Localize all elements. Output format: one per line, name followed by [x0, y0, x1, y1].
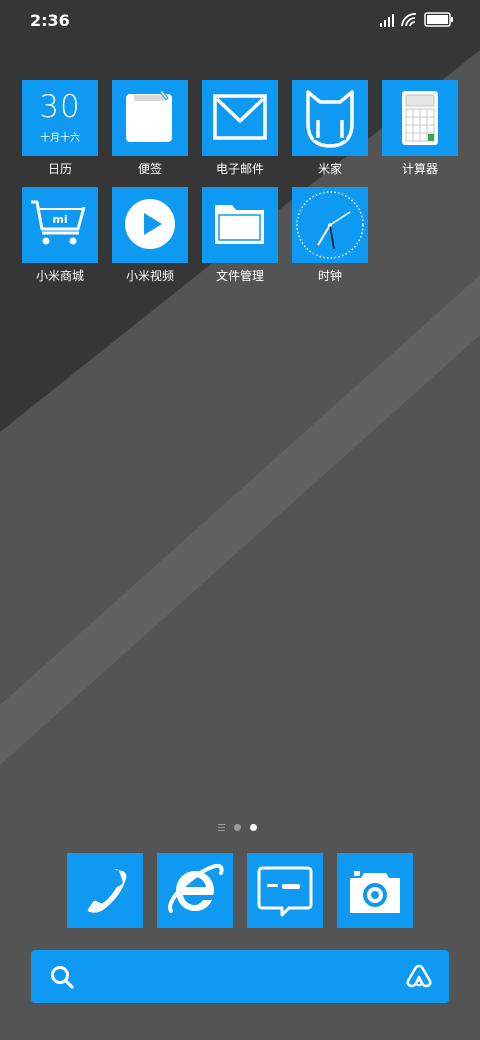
mi-logo-text: mi	[52, 213, 67, 226]
search-bar[interactable]	[31, 950, 449, 1003]
app-label: 时钟	[317, 269, 342, 283]
dock-messages[interactable]	[247, 853, 323, 928]
app-label: 日历	[47, 162, 72, 176]
app-label: 小米视频	[125, 269, 174, 283]
dock-browser[interactable]	[157, 853, 233, 928]
page-dot-2-active[interactable]	[250, 824, 257, 831]
app-label: 电子邮件	[215, 162, 264, 176]
app-calculator[interactable]: 计算器	[382, 80, 458, 177]
page-indicator[interactable]	[218, 824, 257, 831]
messages-icon	[257, 866, 313, 917]
app-mi-video[interactable]: 小米视频	[112, 187, 188, 284]
wifi-icon	[401, 13, 417, 27]
play-icon[interactable]	[112, 187, 188, 263]
phone-icon	[87, 869, 127, 913]
search-icon[interactable]	[49, 964, 75, 990]
app-file-manager[interactable]: 文件管理	[202, 187, 278, 284]
app-email[interactable]: 电子邮件	[202, 80, 278, 177]
app-calendar[interactable]: 30 十月十六 日历	[22, 80, 98, 177]
signal-icon	[380, 11, 394, 27]
calculator-icon[interactable]	[382, 80, 458, 156]
browser-icon	[168, 863, 224, 913]
app-label: 便签	[137, 162, 162, 176]
camera-icon	[350, 871, 400, 913]
dock-phone[interactable]	[67, 853, 143, 928]
status-icons	[380, 11, 454, 27]
battery-icon	[424, 11, 453, 27]
folder-icon[interactable]	[202, 187, 278, 263]
app-label: 文件管理	[215, 269, 264, 283]
app-label: 计算器	[401, 162, 438, 176]
page-dot-1[interactable]	[234, 824, 241, 831]
app-label: 米家	[317, 162, 342, 176]
mijia-icon[interactable]	[292, 80, 368, 156]
mi-store-icon[interactable]: mi	[22, 187, 98, 263]
assistant-icon[interactable]	[405, 963, 433, 989]
notes-icon[interactable]	[112, 80, 188, 156]
app-mijia[interactable]: 米家	[292, 80, 368, 177]
clock-icon[interactable]	[292, 187, 368, 263]
calendar-day: 30	[39, 89, 81, 125]
app-notes[interactable]: 便签	[112, 80, 188, 177]
app-clock[interactable]: 时钟	[292, 187, 368, 284]
calendar-lunar-date: 十月十六	[40, 133, 80, 144]
app-mi-store[interactable]: mi 小米商城	[22, 187, 98, 284]
calendar-icon[interactable]: 30 十月十六	[22, 80, 98, 156]
mail-icon[interactable]	[202, 80, 278, 156]
app-label: 小米商城	[35, 269, 84, 283]
dock-camera[interactable]	[337, 853, 413, 928]
status-time: 2:36	[30, 11, 70, 30]
page-menu-icon[interactable]	[218, 824, 225, 831]
status-bar: 2:36	[0, 0, 480, 40]
